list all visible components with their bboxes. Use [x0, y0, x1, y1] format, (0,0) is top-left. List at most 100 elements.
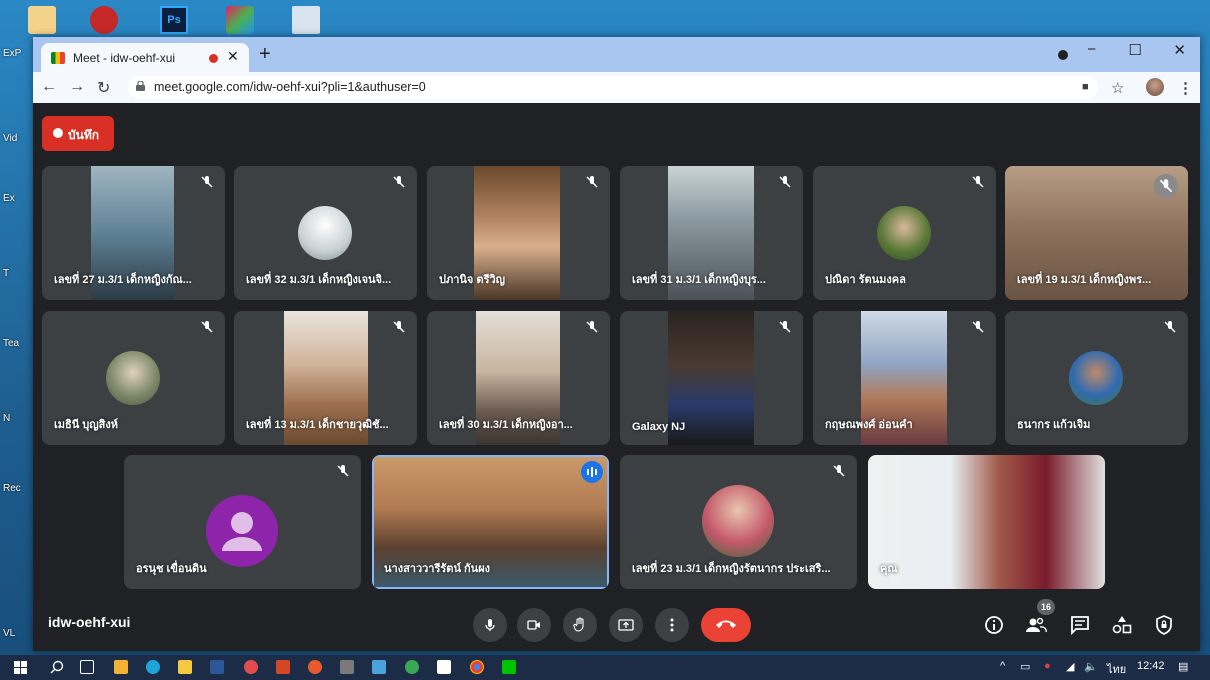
participant-tile[interactable]: เลขที่ 32 ม.3/1 เด็กหญิงเจนจิ... — [234, 166, 417, 300]
hand-icon — [573, 617, 584, 632]
participant-name: เลขที่ 31 ม.3/1 เด็กหญิงบุร... — [632, 274, 766, 286]
meeting-info-icon[interactable] — [983, 614, 1005, 636]
maximize-icon[interactable]: ☐ — [1129, 41, 1142, 59]
word-app-icon[interactable] — [210, 660, 224, 674]
app-icon[interactable] — [308, 660, 322, 674]
desktop-shortcut[interactable]: T — [0, 260, 30, 290]
app-shortcut-icon[interactable] — [90, 6, 118, 34]
participant-tile[interactable]: เมธินี บุญสิงห์ — [42, 311, 225, 445]
input-language[interactable]: ไทย — [1107, 660, 1126, 678]
participant-name: นางสาววารีรัตน์ กันผง — [384, 563, 491, 575]
desktop-shortcut-label: VL — [3, 628, 16, 639]
address-bar[interactable]: meet.google.com/idw-oehf-xui?pli=1&authu… — [128, 76, 1098, 99]
network-icon[interactable]: ▭ — [1020, 660, 1030, 673]
participant-tile[interactable]: เลขที่ 31 ม.3/1 เด็กหญิงบุร... — [620, 166, 803, 300]
close-window-icon[interactable]: ✕ — [1173, 41, 1186, 59]
desktop-shortcut-label: Vid — [3, 133, 18, 144]
participant-tile[interactable]: Galaxy NJ — [620, 311, 803, 445]
illustrator-app-icon[interactable] — [114, 660, 128, 674]
participant-avatar — [298, 206, 352, 260]
more-options-button[interactable] — [655, 608, 689, 642]
document-icon[interactable] — [292, 6, 320, 34]
app-icon[interactable] — [244, 660, 258, 674]
desktop-shortcut[interactable]: VL — [0, 620, 30, 650]
task-view-icon[interactable] — [80, 660, 94, 674]
camera-in-use-icon[interactable]: ■ — [1082, 81, 1089, 93]
store-app-icon[interactable] — [437, 660, 451, 674]
mic-muted-icon — [393, 321, 405, 333]
microphone-button[interactable] — [473, 608, 507, 642]
minimize-icon[interactable]: − — [1087, 41, 1096, 58]
participant-avatar — [1069, 351, 1123, 405]
desktop-shortcut[interactable]: Vid — [0, 125, 30, 155]
record-button-label: บันทึก — [68, 128, 99, 142]
desktop-shortcut[interactable]: Rec — [0, 475, 30, 505]
more-vert-icon — [670, 618, 674, 632]
edge-app-icon[interactable] — [146, 660, 160, 674]
desktop-shortcut[interactable]: N — [0, 405, 30, 435]
hang-up-icon — [716, 620, 736, 628]
participant-tile-speaking[interactable]: นางสาววารีรัตน์ กันผง — [372, 455, 609, 589]
folder-icon[interactable] — [28, 6, 56, 34]
desktop-shortcut[interactable]: Ex — [0, 185, 30, 215]
photos-app-icon[interactable] — [372, 660, 386, 674]
activities-icon[interactable] — [1111, 614, 1133, 636]
participant-name: Galaxy NJ — [632, 421, 686, 433]
desktop-shortcut[interactable]: ExP — [0, 40, 30, 70]
app-shortcut-icon[interactable] — [226, 6, 254, 34]
participant-tile[interactable]: กฤษณพงศ์ อ่อนคำ — [813, 311, 996, 445]
photoshop-icon[interactable]: Ps — [160, 6, 188, 34]
line-app-icon[interactable] — [502, 660, 516, 674]
speaking-indicator-icon — [581, 461, 603, 483]
chrome-app-icon[interactable] — [470, 660, 484, 674]
tray-app-icon[interactable]: ● — [1044, 660, 1051, 672]
participant-tile[interactable]: อรนุช เขื่อนดิน — [124, 455, 361, 589]
leave-call-button[interactable] — [701, 608, 751, 642]
participant-avatar — [877, 206, 931, 260]
calculator-icon[interactable] — [340, 660, 354, 674]
record-button[interactable]: บันทึก — [42, 116, 114, 151]
browser-tab[interactable]: Meet - idw-oehf-xui ✕ — [41, 43, 249, 72]
participant-tile-self[interactable]: คุณ — [868, 455, 1105, 589]
participant-tile[interactable]: เลขที่ 23 ม.3/1 เด็กหญิงรัตนากร ประเสริ.… — [620, 455, 857, 589]
participant-tile[interactable]: เลขที่ 19 ม.3/1 เด็กหญิงพร... — [1005, 166, 1188, 300]
desktop-shortcut[interactable]: Tea — [0, 330, 30, 360]
windows-start-icon[interactable] — [14, 661, 27, 674]
participant-tile[interactable]: เลขที่ 30 ม.3/1 เด็กหญิงอา... — [427, 311, 610, 445]
recording-indicator-icon — [209, 54, 218, 63]
tab-search-icon[interactable] — [1058, 50, 1068, 60]
participant-tile[interactable]: ปภานิจ ตรีวิญ — [427, 166, 610, 300]
clock-time[interactable]: 12:42 — [1137, 660, 1165, 672]
volume-icon[interactable]: 🔈 — [1084, 660, 1098, 673]
app-icon[interactable] — [405, 660, 419, 674]
tray-arrow-icon[interactable]: ^ — [1000, 660, 1005, 672]
participant-tile[interactable]: ธนากร แก้วเจิม — [1005, 311, 1188, 445]
participant-tile[interactable]: ปณิดา รัตนมงคล — [813, 166, 996, 300]
participant-name: เลขที่ 30 ม.3/1 เด็กหญิงอา... — [439, 419, 573, 431]
powerpoint-app-icon[interactable] — [276, 660, 290, 674]
people-icon[interactable] — [1025, 614, 1047, 636]
bookmark-star-icon[interactable]: ☆ — [1111, 79, 1124, 97]
present-screen-button[interactable] — [609, 608, 643, 642]
profile-avatar[interactable] — [1146, 78, 1164, 96]
close-tab-icon[interactable]: ✕ — [227, 48, 239, 65]
camera-button[interactable] — [517, 608, 551, 642]
windows-taskbar: ^ ▭ ● ◢ 🔈 ไทย 12:42 ▤ — [0, 655, 1210, 680]
participant-tile[interactable]: เลขที่ 13 ม.3/1 เด็กชายวุฒิชั... — [234, 311, 417, 445]
new-tab-button[interactable]: + — [259, 43, 271, 66]
participant-name: เลขที่ 19 ม.3/1 เด็กหญิงพร... — [1017, 274, 1152, 286]
chat-icon[interactable] — [1069, 614, 1091, 636]
wifi-icon[interactable]: ◢ — [1066, 660, 1074, 673]
back-arrow-icon[interactable]: ← — [41, 78, 57, 96]
desktop-shortcut-label: Ex — [3, 193, 15, 204]
participant-tile[interactable]: เลขที่ 27 ม.3/1 เด็กหญิงกัณ... — [42, 166, 225, 300]
menu-kebab-icon[interactable]: ⋮ — [1178, 79, 1193, 97]
mic-muted-icon — [972, 321, 984, 333]
forward-arrow-icon[interactable]: → — [69, 78, 85, 96]
file-explorer-icon[interactable] — [178, 660, 192, 674]
reload-icon[interactable]: ↻ — [97, 78, 110, 98]
host-controls-icon[interactable] — [1153, 614, 1175, 636]
search-icon[interactable] — [50, 660, 64, 674]
notifications-icon[interactable]: ▤ — [1178, 660, 1188, 673]
raise-hand-button[interactable] — [563, 608, 597, 642]
